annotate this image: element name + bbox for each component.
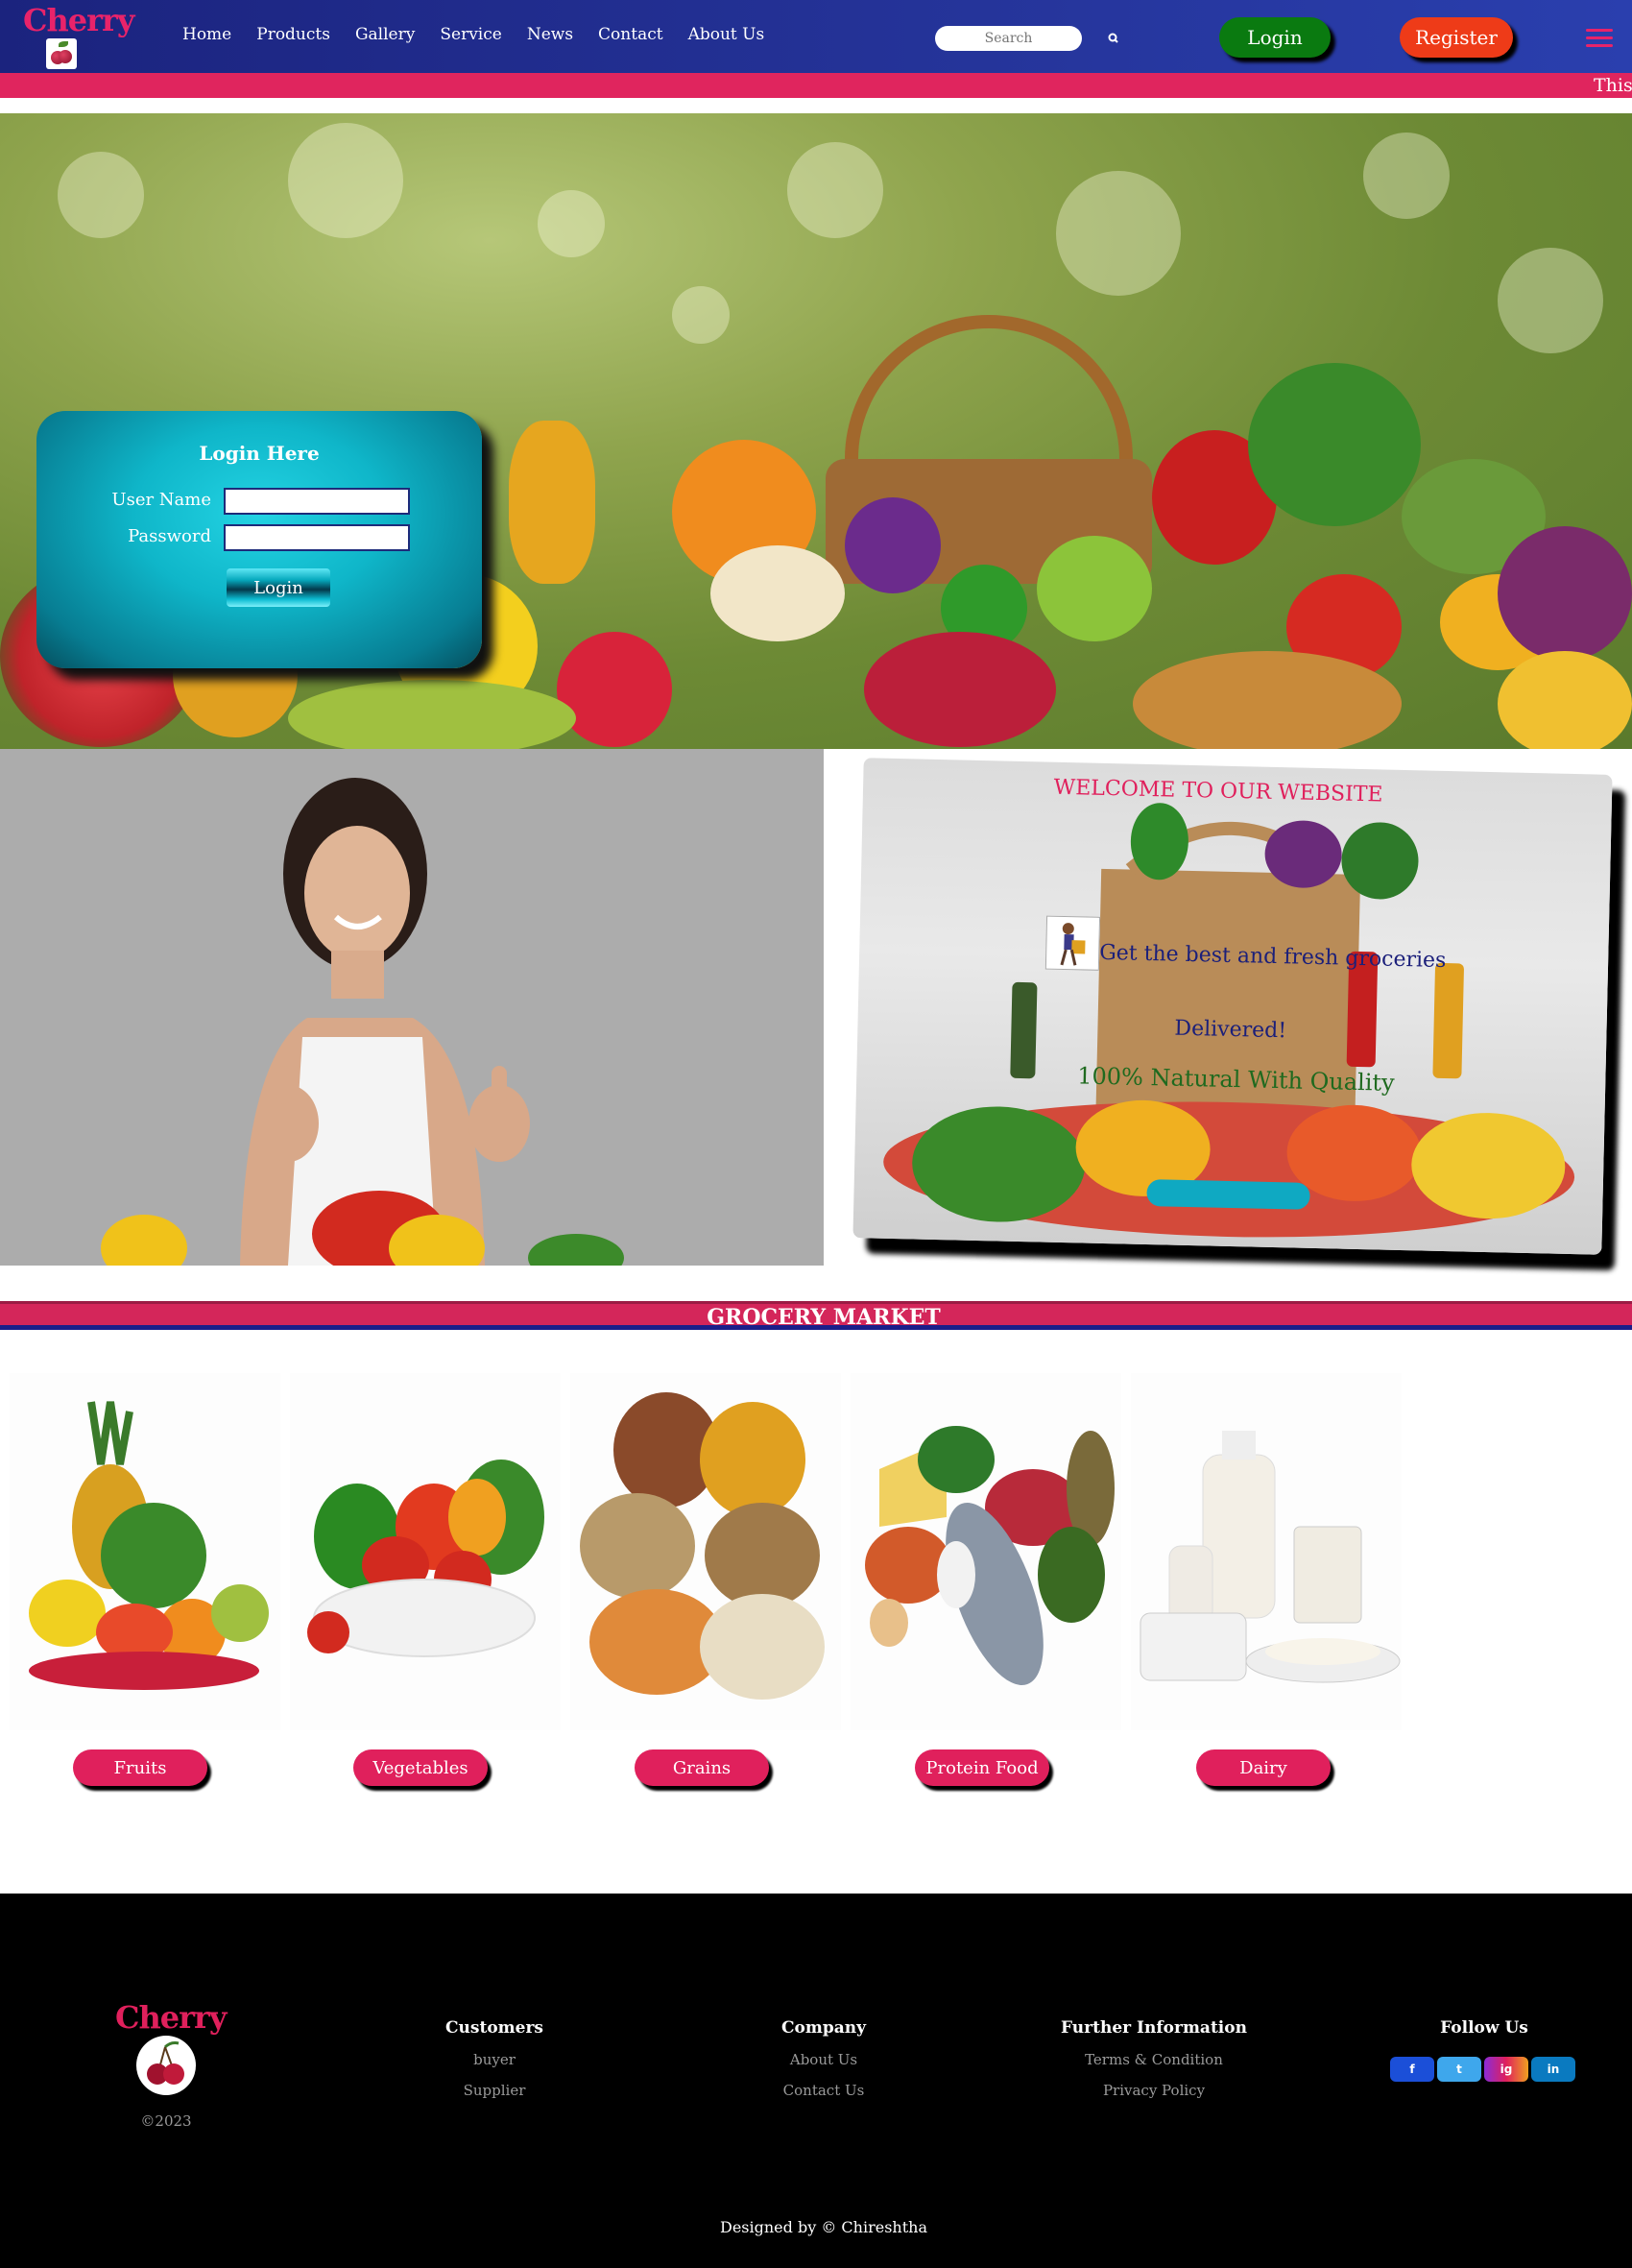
nav-service-link[interactable]: Service: [440, 25, 501, 44]
nav-contact-link[interactable]: Contact: [598, 25, 663, 44]
nav-about-link[interactable]: About Us: [688, 25, 765, 44]
hamburger-menu-icon[interactable]: [1586, 29, 1613, 48]
main-menu: Home Products Gallery Service News Conta…: [182, 25, 789, 44]
footer-link-contact[interactable]: Contact Us: [708, 2082, 939, 2099]
nav-home-link[interactable]: Home: [182, 25, 231, 44]
footer-follow-column: Follow Us: [1369, 2018, 1599, 2051]
footer: Cherry ©2023 Customers buyer Supplier Co…: [0, 1894, 1632, 2268]
footer-customers-heading: Customers: [445, 2018, 543, 2038]
category-card-grains[interactable]: [570, 1373, 841, 1730]
login-button[interactable]: Login: [1219, 17, 1331, 58]
login-form-title: Login Here: [199, 442, 320, 465]
fruits-image: [10, 1373, 280, 1730]
footer-link-supplier[interactable]: Supplier: [379, 2082, 610, 2099]
hero-banner: Login Here User Name Password Login: [0, 113, 1632, 749]
vegetables-image: [290, 1373, 561, 1730]
page: Cherry Home Products Gallery Service New…: [0, 0, 1632, 2268]
cherry-logo-icon[interactable]: [46, 38, 77, 69]
footer-info-column: Further Information Terms & Condition Pr…: [1039, 2018, 1269, 2112]
login-submit-button[interactable]: Login: [227, 568, 330, 607]
fruits-button[interactable]: Fruits: [73, 1749, 207, 1786]
welcome-card: WELCOME TO OUR WEBSITE Get the best and …: [852, 758, 1613, 1255]
protein-food-image: [851, 1373, 1121, 1730]
linkedin-icon[interactable]: in: [1531, 2057, 1575, 2082]
footer-link-about[interactable]: About Us: [708, 2051, 939, 2068]
top-navbar: Cherry Home Products Gallery Service New…: [0, 0, 1632, 73]
register-button[interactable]: Register: [1400, 17, 1513, 58]
footer-info-heading: Further Information: [1061, 2018, 1247, 2038]
username-input[interactable]: [224, 488, 410, 515]
protein-food-button[interactable]: Protein Food: [915, 1749, 1049, 1786]
footer-cherry-logo-icon: [136, 2036, 196, 2095]
promo-image-woman: [0, 749, 824, 1266]
social-icons: f t ig in: [1390, 2057, 1575, 2082]
category-card-protein-food[interactable]: [851, 1373, 1121, 1730]
twitter-icon[interactable]: t: [1437, 2057, 1481, 2082]
instagram-icon[interactable]: ig: [1484, 2057, 1528, 2082]
nav-gallery-link[interactable]: Gallery: [355, 25, 415, 44]
footer-company-column: Company About Us Contact Us: [708, 2018, 939, 2112]
grains-button[interactable]: Grains: [635, 1749, 769, 1786]
username-label: User Name: [111, 490, 211, 510]
dairy-button[interactable]: Dairy: [1196, 1749, 1331, 1786]
welcome-tagline-2: Delivered!: [1174, 1016, 1287, 1044]
woman-thumbs-up-illustration: [101, 778, 624, 1266]
footer-customers-column: Customers buyer Supplier: [379, 2018, 610, 2112]
category-card-dairy[interactable]: [1131, 1373, 1402, 1730]
footer-copyright: ©2023: [140, 2112, 192, 2130]
brand-logo-text[interactable]: Cherry: [23, 2, 134, 38]
nav-products-link[interactable]: Products: [256, 25, 330, 44]
footer-link-buyer[interactable]: buyer: [379, 2051, 610, 2068]
password-input[interactable]: [224, 524, 410, 551]
footer-follow-heading: Follow Us: [1440, 2018, 1528, 2038]
grains-image: [570, 1373, 841, 1730]
grocery-market-title: GROCERY MARKET: [707, 1305, 941, 1330]
shopping-person-icon: [1044, 915, 1101, 971]
footer-link-privacy[interactable]: Privacy Policy: [1039, 2082, 1269, 2099]
vegetables-button[interactable]: Vegetables: [353, 1749, 488, 1786]
footer-brand-text[interactable]: Cherry: [115, 1999, 227, 2036]
facebook-icon[interactable]: f: [1390, 2057, 1434, 2082]
footer-designed-by: Designed by © Chireshtha: [720, 2218, 927, 2236]
footer-link-terms[interactable]: Terms & Condition: [1039, 2051, 1269, 2068]
welcome-action-button[interactable]: [1146, 1179, 1310, 1210]
search-input[interactable]: [935, 26, 1082, 51]
category-card-fruits[interactable]: [10, 1373, 280, 1730]
nav-news-link[interactable]: News: [527, 25, 573, 44]
password-label: Password: [128, 526, 211, 546]
search-icon[interactable]: [1107, 32, 1120, 45]
dairy-image: [1131, 1373, 1402, 1730]
footer-company-heading: Company: [781, 2018, 866, 2038]
login-form-panel: Login Here User Name Password Login: [36, 411, 482, 668]
category-card-vegetables[interactable]: [290, 1373, 561, 1730]
marquee-bar: This: [0, 73, 1632, 98]
marquee-text: This: [1594, 75, 1632, 96]
